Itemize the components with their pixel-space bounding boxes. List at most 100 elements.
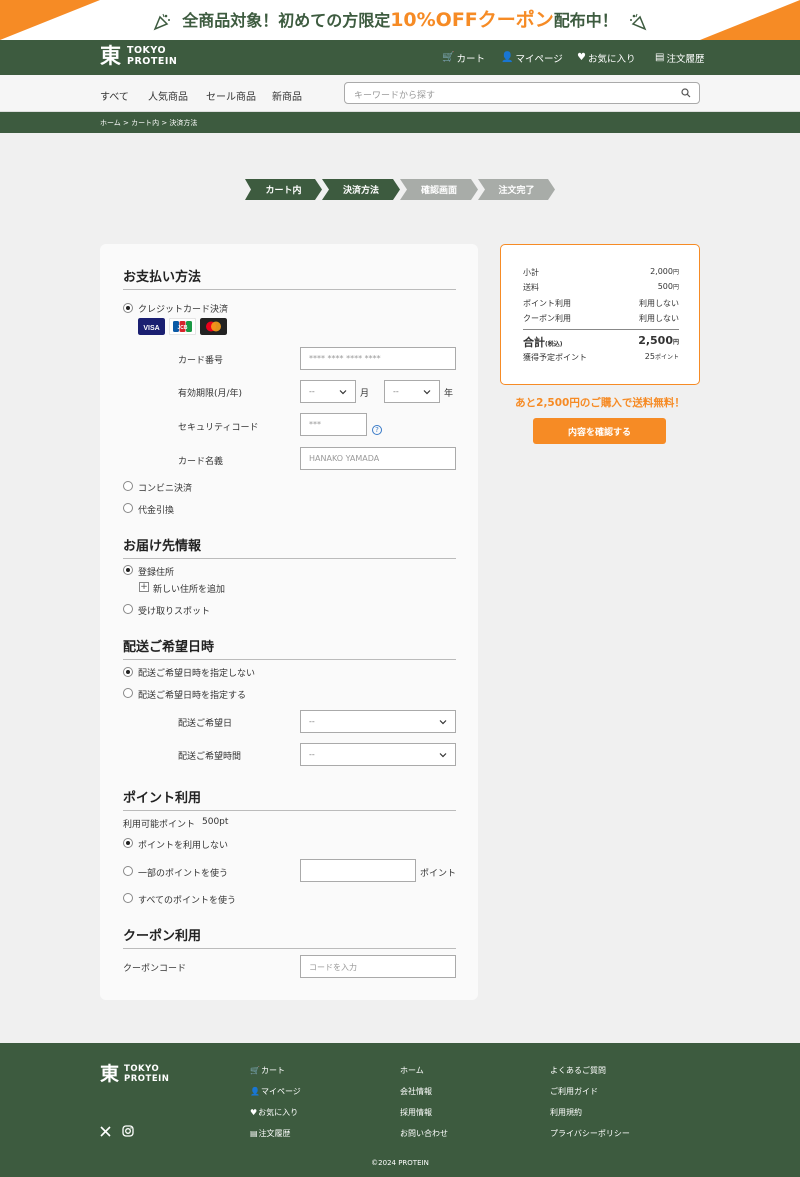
- coupon-code-label: クーポンコード: [123, 964, 187, 974]
- summary-divider: [523, 329, 679, 330]
- footer-link-company[interactable]: 会社情報: [400, 1086, 432, 1097]
- cash-on-delivery-label: 代金引換: [138, 506, 175, 516]
- convenience-store-radio[interactable]: [123, 481, 133, 491]
- footer-link-guide[interactable]: ご利用ガイド: [550, 1086, 598, 1097]
- credit-card-label: クレジットカード決済: [138, 305, 229, 315]
- card-name-label: カード名義: [178, 457, 224, 467]
- step-complete: 注文完了: [478, 179, 555, 200]
- footer-link-favorites[interactable]: ♥お気に入り: [250, 1107, 298, 1118]
- all-points-label: すべてのポイントを使う: [138, 896, 237, 906]
- card-number-label: カード番号: [178, 356, 224, 366]
- no-schedule-radio[interactable]: [123, 667, 133, 677]
- footer-link-cart[interactable]: 🛒カート: [250, 1065, 285, 1076]
- cash-on-delivery-radio[interactable]: [123, 503, 133, 513]
- chevron-down-icon: [423, 390, 431, 395]
- month-unit: 月: [360, 389, 370, 399]
- category-sale[interactable]: セール商品: [206, 88, 256, 103]
- confirm-order-button[interactable]: 内容を確認する: [533, 418, 666, 444]
- available-points-label: 利用可能ポイント: [123, 820, 196, 830]
- step-payment: 決済方法: [322, 179, 400, 200]
- visa-card-icon: VISA: [138, 318, 165, 335]
- tax-note: (税込): [545, 341, 563, 348]
- expiry-month-select[interactable]: --: [300, 380, 356, 403]
- chevron-down-icon: [339, 390, 347, 395]
- add-address-link[interactable]: 新しい住所を追加: [153, 582, 225, 595]
- points-usage-value: 利用しない: [639, 299, 679, 308]
- card-name-input[interactable]: HANAKO YAMADA: [300, 447, 456, 470]
- payment-section-title: お支払い方法: [123, 266, 456, 290]
- footer-link-terms[interactable]: 利用規約: [550, 1107, 582, 1118]
- delivery-time-select[interactable]: --: [300, 743, 456, 766]
- expiry-year-select[interactable]: --: [384, 380, 440, 403]
- search-placeholder: キーワードから探す: [354, 91, 436, 101]
- category-new[interactable]: 新商品: [272, 88, 302, 103]
- partial-points-label: 一部のポイントを使う: [138, 869, 229, 879]
- logo-line2: PROTEIN: [124, 1073, 170, 1084]
- copyright: ©2024 PROTEIN: [371, 1159, 429, 1167]
- breadcrumb-bar: ホーム > カート内 > 決済方法: [0, 112, 800, 133]
- summary-coupon-row: クーポン利用 利用しない: [523, 313, 679, 324]
- pickup-spot-radio[interactable]: [123, 604, 133, 614]
- partial-points-radio[interactable]: [123, 866, 133, 876]
- card-number-input[interactable]: **** **** **** ****: [300, 347, 456, 370]
- no-points-radio[interactable]: [123, 838, 133, 848]
- registered-address-radio[interactable]: [123, 565, 133, 575]
- party-popper-icon: [629, 13, 647, 30]
- promo-banner: 全商品対象！初めての方限定10%OFFクーポン配布中！: [0, 0, 800, 40]
- category-all[interactable]: すべて: [100, 88, 129, 103]
- coupon-code-input[interactable]: コードを入力: [300, 955, 456, 978]
- step-confirm: 確認画面: [400, 179, 478, 200]
- points-unit: ポイント: [420, 869, 457, 879]
- header-nav-mypage[interactable]: 👤 マイページ: [501, 40, 563, 75]
- site-logo[interactable]: 東 TOKYO PROTEIN: [100, 45, 177, 67]
- site-header: 東 TOKYO PROTEIN 🛒 カート 👤 マイページ ♥ お気に入り ▤ 注文履歴: [0, 40, 800, 75]
- points-amount-input[interactable]: [300, 859, 416, 882]
- chevron-down-icon: [439, 720, 447, 725]
- delivery-date-label: 配送ご希望日: [178, 719, 233, 729]
- expiry-year-value: --: [393, 387, 399, 396]
- header-nav-history[interactable]: ▤ 注文履歴: [655, 40, 704, 75]
- search-input[interactable]: キーワードから探す: [344, 82, 700, 104]
- delivery-date-select[interactable]: --: [300, 710, 456, 733]
- footer-link-faq[interactable]: よくあるご質問: [550, 1065, 606, 1076]
- x-icon[interactable]: [100, 1126, 111, 1137]
- svg-text:JCB: JCB: [177, 325, 187, 331]
- site-footer: 東 TOKYO PROTEIN 🛒カート 👤マイページ ♥お気に入り ▤注文履歴 …: [0, 1043, 800, 1177]
- category-popular[interactable]: 人気商品: [148, 88, 188, 103]
- cart-icon: 🛒: [442, 52, 455, 63]
- cvc-input[interactable]: ***: [300, 413, 367, 436]
- breadcrumb[interactable]: ホーム > カート内 > 決済方法: [100, 118, 197, 128]
- total-label: 合計: [523, 336, 545, 349]
- mastercard-card-icon: [200, 318, 227, 335]
- credit-card-radio[interactable]: [123, 303, 133, 313]
- expiry-month-value: --: [309, 387, 315, 396]
- specify-schedule-radio[interactable]: [123, 688, 133, 698]
- delivery-time-value: --: [309, 750, 315, 759]
- schedule-section-title: 配送ご希望日時: [123, 636, 456, 660]
- cart-icon: 🛒: [250, 1066, 260, 1075]
- footer-link-careers[interactable]: 採用情報: [400, 1107, 432, 1118]
- help-icon[interactable]: ?: [372, 425, 382, 435]
- shipping-value: 500: [657, 282, 673, 291]
- free-shipping-note: あと2,500円のご購入で送料無料！: [515, 397, 685, 409]
- search-icon[interactable]: [681, 88, 691, 98]
- footer-link-contact[interactable]: お問い合わせ: [400, 1128, 448, 1139]
- header-nav-label: お気に入り: [587, 53, 636, 65]
- logo-mark: 東: [100, 1063, 120, 1085]
- add-address-icon[interactable]: +: [139, 582, 149, 592]
- yen-unit: 円: [672, 269, 679, 276]
- instagram-icon[interactable]: [122, 1125, 134, 1137]
- banner-text-a: 全商品対象！初めての方限定: [182, 11, 391, 30]
- header-nav-cart[interactable]: 🛒 カート: [442, 40, 485, 75]
- header-nav-favorites[interactable]: ♥ お気に入り: [577, 40, 635, 75]
- footer-logo[interactable]: 東 TOKYO PROTEIN: [100, 1063, 170, 1085]
- footer-link-history[interactable]: ▤注文履歴: [250, 1128, 291, 1139]
- header-nav-label: 注文履歴: [666, 53, 705, 65]
- footer-link-privacy[interactable]: プライバシーポリシー: [550, 1128, 630, 1139]
- footer-link-home[interactable]: ホーム: [400, 1065, 424, 1076]
- no-points-label: ポイントを利用しない: [138, 841, 229, 851]
- all-points-radio[interactable]: [123, 893, 133, 903]
- order-summary: 小計 2,000円 送料 500円 ポイント利用 利用しない クーポン利用 利用しない …: [500, 244, 700, 385]
- delivery-section-title: お届け先情報: [123, 535, 456, 559]
- footer-link-mypage[interactable]: 👤マイページ: [250, 1086, 301, 1097]
